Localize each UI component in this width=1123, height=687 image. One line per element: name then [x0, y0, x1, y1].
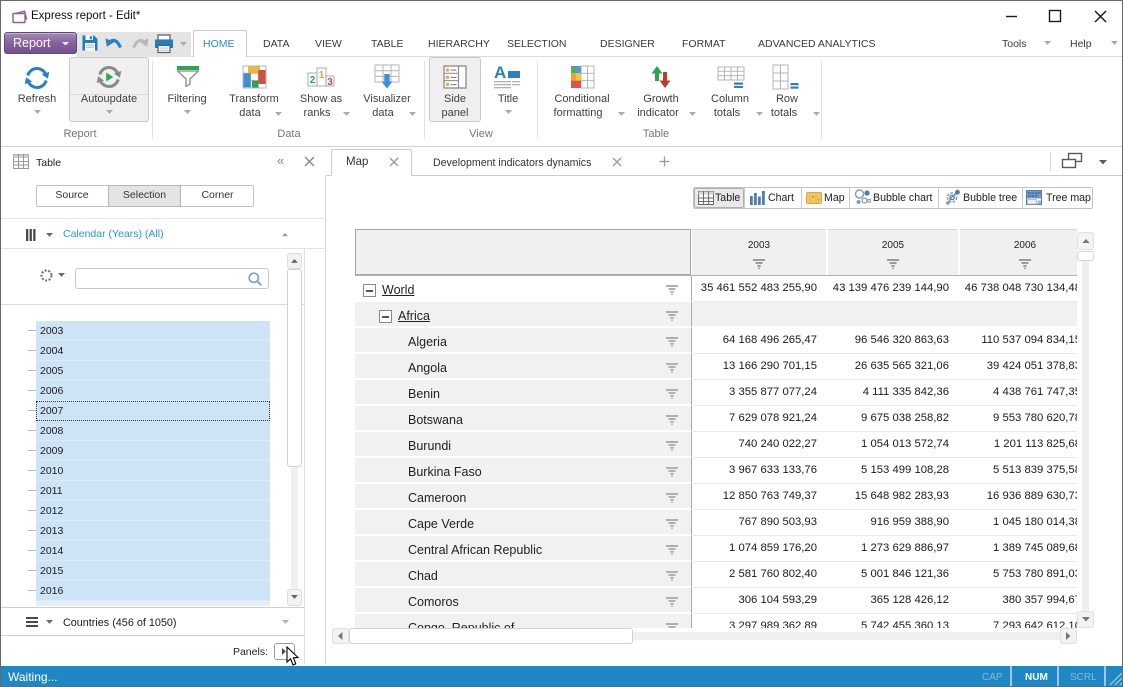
- svg-text:2: 2: [310, 75, 316, 86]
- svg-text:A: A: [494, 63, 506, 82]
- svg-text:3: 3: [327, 77, 333, 87]
- svg-text:1: 1: [319, 70, 325, 81]
